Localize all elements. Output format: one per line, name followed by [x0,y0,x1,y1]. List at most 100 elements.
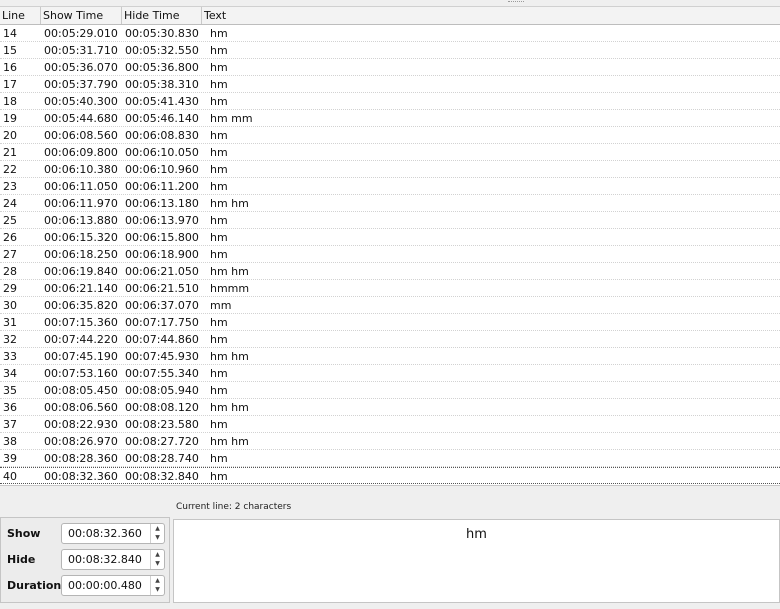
cell-line: 37 [3,418,17,431]
column-header-text[interactable]: Text [202,7,780,24]
table-row[interactable]: 24 00:06:11.970 00:06:13.180 hm hm [0,195,780,212]
show-time-spinbox[interactable]: 00:08:32.360 ▲ ▼ [61,523,165,544]
spin-down-icon[interactable]: ▼ [151,533,164,542]
cell-hide-time: 00:08:08.120 [125,401,199,414]
table-row[interactable]: 32 00:07:44.220 00:07:44.860 hm [0,331,780,348]
cell-text: hm [210,452,228,465]
cell-hide-time: 00:06:21.050 [125,265,199,278]
spin-up-icon[interactable]: ▲ [151,550,164,559]
hide-time-spinbox[interactable]: 00:08:32.840 ▲ ▼ [61,549,165,570]
cell-line: 17 [3,78,17,91]
table-row[interactable]: 16 00:05:36.070 00:05:36.800 hm [0,59,780,76]
cell-show-time: 00:06:08.560 [44,129,118,142]
table-row[interactable]: 17 00:05:37.790 00:05:38.310 hm [0,76,780,93]
cell-text: hm [210,129,228,142]
cell-show-time: 00:06:15.320 [44,231,118,244]
show-time-value[interactable]: 00:08:32.360 [68,524,142,544]
cell-hide-time: 00:06:18.900 [125,248,199,261]
table-row[interactable]: 23 00:06:11.050 00:06:11.200 hm [0,178,780,195]
table-row[interactable]: 36 00:08:06.560 00:08:08.120 hm hm [0,399,780,416]
splitter-grip-icon[interactable] [508,1,524,4]
column-header-line[interactable]: Line [0,7,41,24]
cell-show-time: 00:07:15.360 [44,316,118,329]
cell-text: hm [210,180,228,193]
table-row[interactable]: 34 00:07:53.160 00:07:55.340 hm [0,365,780,382]
spin-down-icon[interactable]: ▼ [151,559,164,568]
top-splitter[interactable] [0,0,780,7]
cell-show-time: 00:06:19.840 [44,265,118,278]
table-row[interactable]: 40 00:08:32.360 00:08:32.840 hm [0,467,780,484]
table-row[interactable]: 37 00:08:22.930 00:08:23.580 hm [0,416,780,433]
cell-show-time: 00:07:45.190 [44,350,118,363]
cell-show-time: 00:05:37.790 [44,78,118,91]
cell-hide-time: 00:06:10.960 [125,163,199,176]
table-row[interactable]: 35 00:08:05.450 00:08:05.940 hm [0,382,780,399]
cell-show-time: 00:05:29.010 [44,27,118,40]
cell-text: hm [210,214,228,227]
cell-text: hm [210,248,228,261]
cell-show-time: 00:06:10.380 [44,163,118,176]
cell-show-time: 00:08:05.450 [44,384,118,397]
cell-hide-time: 00:06:10.050 [125,146,199,159]
table-row[interactable]: 15 00:05:31.710 00:05:32.550 hm [0,42,780,59]
cell-line: 19 [3,112,17,125]
cell-line: 38 [3,435,17,448]
cell-line: 30 [3,299,17,312]
table-row[interactable]: 20 00:06:08.560 00:06:08.830 hm [0,127,780,144]
spin-up-icon[interactable]: ▲ [151,576,164,585]
table-row[interactable]: 38 00:08:26.970 00:08:27.720 hm hm [0,433,780,450]
duration-value[interactable]: 00:00:00.480 [68,576,142,596]
cell-hide-time: 00:05:46.140 [125,112,199,125]
table-row[interactable]: 31 00:07:15.360 00:07:17.750 hm [0,314,780,331]
cell-text: hm [210,146,228,159]
cell-hide-time: 00:05:30.830 [125,27,199,40]
cell-text: mm [210,299,232,312]
duration-spinbox[interactable]: 00:00:00.480 ▲ ▼ [61,575,165,596]
table-row[interactable]: 30 00:06:35.820 00:06:37.070 mm [0,297,780,314]
subtitle-text-editor[interactable]: hm [173,519,780,603]
cell-show-time: 00:06:21.140 [44,282,118,295]
cell-line: 39 [3,452,17,465]
cell-hide-time: 00:08:27.720 [125,435,199,448]
cell-text: hmmm [210,282,250,295]
cell-hide-time: 00:06:13.180 [125,197,199,210]
table-row[interactable]: 14 00:05:29.010 00:05:30.830 hm [0,25,780,42]
spin-up-icon[interactable]: ▲ [151,524,164,533]
cell-line: 25 [3,214,17,227]
table-row[interactable]: 27 00:06:18.250 00:06:18.900 hm [0,246,780,263]
cell-hide-time: 00:08:23.580 [125,418,199,431]
table-row[interactable]: 28 00:06:19.840 00:06:21.050 hm hm [0,263,780,280]
table-row[interactable]: 25 00:06:13.880 00:06:13.970 hm [0,212,780,229]
cell-hide-time: 00:06:11.200 [125,180,199,193]
cell-line: 32 [3,333,17,346]
spin-down-icon[interactable]: ▼ [151,585,164,594]
cell-line: 15 [3,44,17,57]
subtitle-text-value[interactable]: hm [174,527,779,542]
cell-show-time: 00:05:36.070 [44,61,118,74]
table-row[interactable]: 29 00:06:21.140 00:06:21.510 hmmm [0,280,780,297]
table-row[interactable]: 18 00:05:40.300 00:05:41.430 hm [0,93,780,110]
table-row[interactable]: 22 00:06:10.380 00:06:10.960 hm [0,161,780,178]
column-header-hide-time[interactable]: Hide Time [122,7,202,24]
cell-show-time: 00:05:40.300 [44,95,118,108]
table-row[interactable]: 21 00:06:09.800 00:06:10.050 hm [0,144,780,161]
cell-text: hm [210,333,228,346]
table-row[interactable]: 19 00:05:44.680 00:05:46.140 hm mm [0,110,780,127]
subtitle-table[interactable]: Line Show Time Hide Time Text 14 00:05:29… [0,7,780,486]
cell-show-time: 00:05:31.710 [44,44,118,57]
cell-hide-time: 00:07:55.340 [125,367,199,380]
cell-text: hm [210,44,228,57]
cell-text: hm [210,27,228,40]
column-header-show-time[interactable]: Show Time [41,7,122,24]
cell-line: 20 [3,129,17,142]
table-row[interactable]: 39 00:08:28.360 00:08:28.740 hm [0,450,780,467]
table-row[interactable]: 33 00:07:45.190 00:07:45.930 hm hm [0,348,780,365]
cell-hide-time: 00:07:44.860 [125,333,199,346]
cell-text: hm [210,418,228,431]
cell-hide-time: 00:08:28.740 [125,452,199,465]
hide-time-value[interactable]: 00:08:32.840 [68,550,142,570]
show-label: Show [7,527,41,540]
cell-hide-time: 00:06:13.970 [125,214,199,227]
table-row[interactable]: 26 00:06:15.320 00:06:15.800 hm [0,229,780,246]
cell-show-time: 00:08:32.360 [44,470,118,483]
